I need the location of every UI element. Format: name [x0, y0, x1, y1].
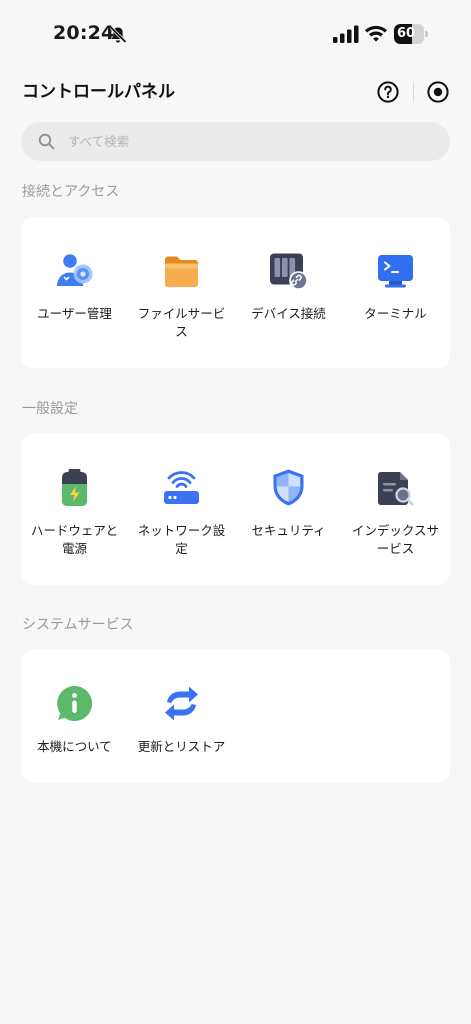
tile-hardware-power[interactable]: ハードウェアと電源	[21, 434, 128, 584]
tile-terminal[interactable]: ターミナル	[342, 217, 449, 367]
search-icon	[38, 133, 55, 150]
signal-bars-icon	[333, 25, 359, 43]
tile-label: セキュリティ	[251, 523, 326, 538]
tile-update-restore[interactable]: 更新とリストア	[128, 650, 235, 800]
tile-label: デバイス接続	[251, 306, 326, 321]
tile-device-connection[interactable]: デバイス接続	[235, 217, 342, 367]
section-card-system: 本機について 更新とリストア	[21, 650, 450, 782]
tile-file-services[interactable]: ファイルサービス	[128, 217, 235, 367]
header-divider	[413, 82, 414, 102]
tile-label: ターミナル	[364, 306, 427, 321]
tile-label: 本機について	[37, 739, 112, 754]
tile-label: インデックスサービス	[351, 523, 440, 556]
refresh-icon	[165, 686, 198, 721]
section-title-system: システムサービス	[22, 617, 134, 633]
terminal-icon	[378, 255, 413, 288]
section-title-connection: 接続とアクセス	[22, 184, 120, 200]
index-search-icon	[378, 472, 414, 506]
tile-index-service[interactable]: インデックスサービス	[342, 434, 449, 584]
section-title-general: 一般設定	[22, 401, 78, 417]
nas-device-link-icon	[270, 253, 308, 290]
info-icon	[57, 685, 93, 721]
battery-icon: 60	[394, 24, 428, 44]
section-card-general: ハードウェアと電源 ネットワーク設定 セキュリティ インデックスサービス	[21, 434, 450, 585]
tile-label: ファイルサービス	[137, 306, 226, 339]
tile-label: ネットワーク設定	[137, 523, 226, 556]
tile-about-device[interactable]: 本機について	[21, 650, 128, 800]
bell-muted-icon	[109, 26, 127, 44]
battery-level: 60	[396, 26, 416, 41]
folder-icon	[165, 256, 198, 287]
user-management-icon	[57, 254, 93, 286]
target-icon[interactable]	[426, 80, 450, 104]
tile-label: ユーザー管理	[37, 306, 112, 321]
section-card-connection: ユーザー管理 ファイルサービス デバイス接続 ターミナル	[21, 217, 450, 368]
page-title: コントロールパネル	[22, 82, 175, 102]
tile-user-management[interactable]: ユーザー管理	[21, 217, 128, 367]
router-wifi-icon	[164, 471, 199, 504]
tile-label: ハードウェアと電源	[30, 523, 119, 556]
tile-label: 更新とリストア	[137, 739, 226, 754]
status-bar: 20:24 60	[0, 0, 471, 70]
wifi-icon	[365, 25, 387, 42]
search-input[interactable]	[65, 122, 425, 161]
question-circle-icon[interactable]	[376, 80, 400, 104]
tile-security[interactable]: セキュリティ	[235, 434, 342, 584]
shield-icon	[273, 469, 304, 506]
tile-network-settings[interactable]: ネットワーク設定	[128, 434, 235, 584]
status-time: 20:24	[53, 22, 115, 44]
battery-power-icon	[62, 469, 87, 506]
search-bar[interactable]	[21, 122, 450, 161]
